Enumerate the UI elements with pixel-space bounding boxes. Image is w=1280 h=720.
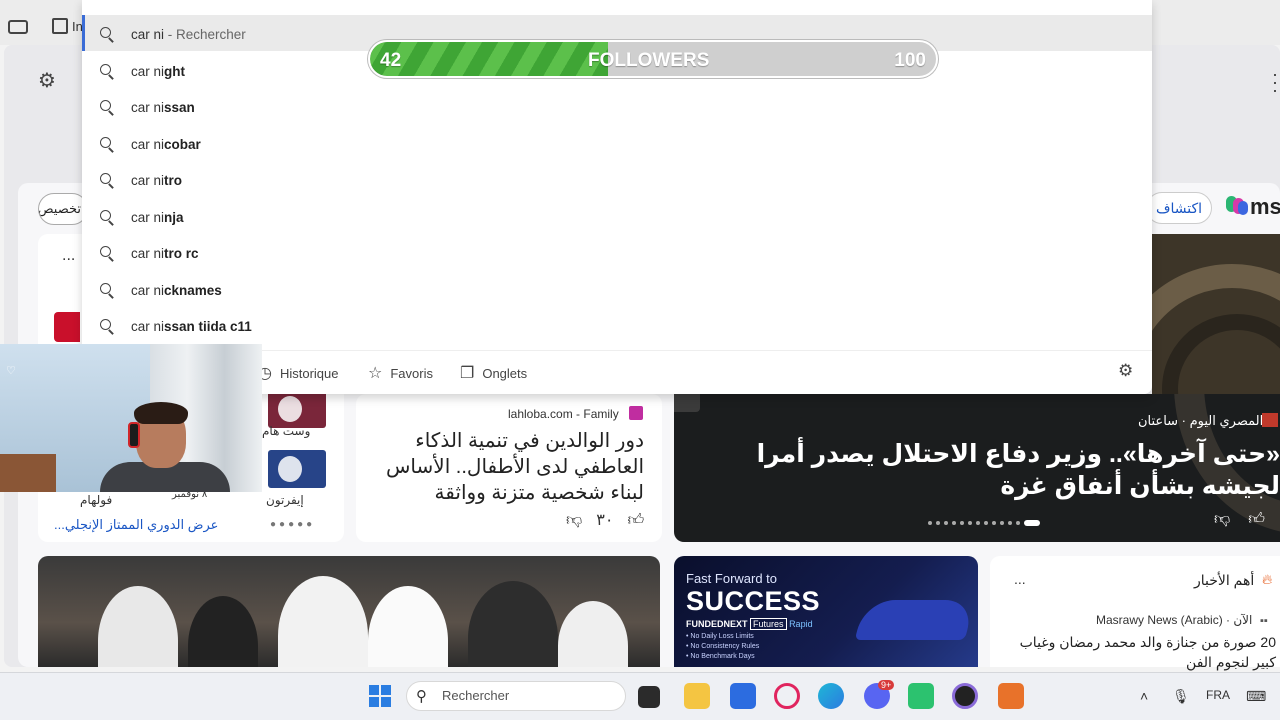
tabs-icon: ❐ — [460, 365, 475, 382]
like-icon[interactable]: 👍︎ — [1248, 510, 1265, 529]
team-name-1: وست هام — [262, 424, 311, 438]
search-icon — [100, 100, 114, 114]
tab-actions-icon[interactable] — [8, 20, 28, 34]
task-view-icon[interactable] — [638, 686, 660, 708]
obs-icon[interactable] — [952, 683, 978, 709]
heart-icon: ♡ — [6, 365, 16, 377]
suggestion-item[interactable]: car ninja — [100, 207, 184, 227]
star-icon: ☆ — [368, 365, 383, 382]
article-reactions: 👎︎ ٣٠ 👍︎ — [566, 510, 644, 530]
tab-tabs-label: Onglets — [482, 365, 528, 381]
league-link[interactable]: عرض الدوري الممتاز الإنجلي... — [54, 517, 218, 533]
followers-progress-bar: 42 FOLLOWERS 100 — [368, 40, 938, 78]
like-count: ٣٠ — [596, 512, 614, 529]
team-name-3: فولهام — [80, 493, 113, 507]
ad-line2: SUCCESS — [686, 586, 821, 616]
search-icon — [100, 283, 114, 297]
collections-icon[interactable] — [52, 18, 68, 34]
league-logo — [54, 312, 80, 342]
store-icon[interactable] — [730, 683, 756, 709]
tab-history-label: Historique — [279, 365, 339, 381]
discord-badge: 9+ — [878, 680, 895, 690]
football-news-image[interactable] — [38, 556, 660, 667]
dislike-icon[interactable]: 👎︎ — [566, 511, 582, 530]
suggestion-item[interactable]: car nicobar — [100, 134, 201, 154]
opera-icon[interactable] — [774, 683, 800, 709]
team-name-2: إيفرتون — [266, 493, 304, 507]
search-icon — [100, 246, 114, 260]
ad-bullets: • No Daily Loss Limits • No Consistency … — [686, 633, 760, 660]
ad-brand-name: FUNDEDNEXT — [686, 619, 748, 629]
suggestion-item[interactable]: car nissan — [100, 97, 195, 117]
msn-butterfly-icon — [1226, 196, 1248, 218]
tab-tabs[interactable]: ❐ Onglets — [460, 363, 527, 383]
ad-brand-tag: Futures — [750, 618, 787, 630]
hero-reactions: 👎︎ 👍︎ — [1214, 510, 1265, 529]
suggestion-item[interactable]: car nissan tiida c11 — [100, 316, 252, 336]
tab-history[interactable]: ◷ Historique — [258, 363, 339, 383]
suggestion-search-typed[interactable]: car ni - Rechercher — [100, 24, 246, 44]
discover-button[interactable]: اكتشاف — [1146, 192, 1212, 224]
network-icon[interactable]: ⌨ — [1246, 688, 1266, 705]
suggestion-item[interactable]: car nitro — [100, 170, 182, 190]
search-icon — [100, 319, 114, 333]
chat-app-icon[interactable] — [908, 683, 934, 709]
file-explorer-icon[interactable] — [684, 683, 710, 709]
taskbar-search-input[interactable] — [406, 681, 626, 711]
gear-icon[interactable]: ⚙ — [38, 68, 56, 93]
search-icon — [100, 137, 114, 151]
msn-logo[interactable]: ms — [1226, 192, 1280, 222]
hero-title[interactable]: «حتى آخرها».. وزير دفاع الاحتلال يصدر أم… — [690, 438, 1280, 502]
hero-image-top — [1152, 234, 1280, 394]
fire-icon: 🔥︎ — [1262, 571, 1273, 587]
ad-brand: FUNDEDNEXT Futures Rapid — [686, 618, 813, 630]
top-news-title: أهم الأخبار — [1194, 572, 1255, 588]
top-news-source: Masrawy News (Arabic) · الآن — [1096, 613, 1253, 627]
suggestion-item[interactable]: car nitro rc — [100, 243, 199, 263]
everton-badge-icon — [268, 450, 326, 488]
followers-current: 42 — [380, 50, 402, 71]
search-icon — [100, 27, 114, 41]
microphone-icon[interactable]: 🎙︎ — [1172, 688, 1190, 705]
article-title[interactable]: دور الوالدين في تنمية الذكاء العاطفي لدى… — [364, 428, 644, 506]
top-news-headline[interactable]: 20 صورة من جنازة والد محمد رمضان وغياب ك… — [1002, 632, 1276, 672]
more-options-icon[interactable]: ... — [62, 247, 75, 265]
taskbar-search-placeholder: Rechercher — [442, 688, 510, 703]
tab-favorites-label: Favoris — [390, 365, 433, 381]
chevron-up-icon[interactable]: ˄ — [1140, 688, 1148, 704]
source-logo-icon: ▪▪ — [1260, 615, 1268, 627]
like-icon[interactable]: 👍︎ — [627, 511, 644, 530]
ad-brand-suffix: Rapid — [789, 619, 813, 629]
windows-start-icon[interactable] — [369, 685, 391, 707]
dislike-icon[interactable]: 👎︎ — [1214, 510, 1230, 529]
source-logo-icon — [1262, 413, 1278, 427]
followers-goal: 100 — [894, 50, 926, 71]
followers-label: FOLLOWERS — [588, 50, 710, 71]
app-icon[interactable] — [998, 683, 1024, 709]
personalize-button[interactable]: تخصيص — [38, 193, 88, 225]
followers-progress-fill — [370, 42, 608, 76]
language-indicator[interactable]: FRA — [1206, 688, 1230, 702]
search-icon — [100, 64, 114, 78]
msn-logo-text: ms — [1250, 194, 1280, 219]
edge-icon[interactable] — [818, 683, 844, 709]
search-icon: ⚲ — [416, 688, 427, 705]
ad-line1: Fast Forward to — [686, 571, 778, 586]
hero-carousel-dots[interactable] — [928, 520, 1040, 526]
search-icon — [100, 173, 114, 187]
westham-badge-icon — [268, 390, 326, 428]
carousel-prev-button[interactable] — [674, 394, 700, 412]
suggestion-item[interactable]: car nicknames — [100, 280, 222, 300]
vertical-dots-icon[interactable]: · · · — [1272, 65, 1278, 99]
webcam-overlay: ♡ — [0, 344, 262, 492]
source-logo-icon — [629, 406, 643, 420]
hero-source: المصري اليوم · ساعتان — [1138, 413, 1264, 428]
tab-favorites[interactable]: ☆ Favoris — [368, 363, 433, 383]
search-icon — [100, 210, 114, 224]
gear-icon[interactable]: ⚙ — [1118, 361, 1133, 381]
carousel-dots[interactable]: ●●●●● — [270, 519, 315, 530]
more-options-icon[interactable]: ... — [1014, 571, 1026, 587]
suggestion-item[interactable]: car night — [100, 61, 185, 81]
article-source: lahloba.com - Family — [508, 407, 619, 421]
